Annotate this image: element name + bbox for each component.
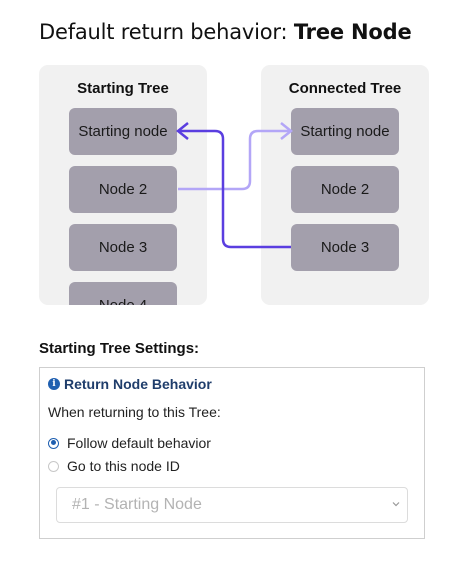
node-id-select[interactable]: #1 - Starting Node: [56, 487, 408, 523]
title-emphasis: Tree Node: [293, 20, 412, 44]
return-node-header: i Return Node Behavior: [48, 376, 212, 392]
connected-tree-panel: Connected Tree Starting node Node 2 Node…: [261, 65, 429, 305]
return-node-header-label: Return Node Behavior: [64, 376, 212, 392]
radio-follow-default[interactable]: [48, 437, 59, 449]
settings-section-title: Starting Tree Settings:: [39, 340, 200, 357]
return-prompt: When returning to this Tree:: [48, 404, 221, 420]
left-node-3: Node 3: [69, 224, 177, 271]
right-node-starting: Starting node: [291, 108, 399, 155]
chevron-down-icon: [392, 502, 400, 507]
option-go-to-node-label: Go to this node ID: [67, 458, 180, 474]
left-node-2: Node 2: [69, 166, 177, 213]
option-go-to-node[interactable]: Go to this node ID: [48, 458, 180, 474]
info-icon: i: [48, 378, 60, 390]
title-prefix: Default return behavior:: [39, 20, 294, 44]
node-id-select-value: #1 - Starting Node: [72, 496, 202, 513]
starting-tree-panel: Starting Tree Starting node Node 2 Node …: [39, 65, 207, 305]
radio-go-to-node[interactable]: [48, 460, 59, 472]
left-node-starting: Starting node: [69, 108, 177, 155]
right-node-2: Node 2: [291, 166, 399, 213]
page-title: Default return behavior: Tree Node: [39, 20, 412, 44]
option-follow-default-label: Follow default behavior: [67, 435, 211, 451]
right-node-3: Node 3: [291, 224, 399, 271]
left-node-4: Node 4: [69, 282, 177, 305]
starting-tree-title: Starting Tree: [77, 80, 169, 97]
return-node-settings: i Return Node Behavior When returning to…: [39, 367, 425, 539]
option-follow-default[interactable]: Follow default behavior: [48, 435, 211, 451]
connected-tree-title: Connected Tree: [288, 80, 402, 97]
